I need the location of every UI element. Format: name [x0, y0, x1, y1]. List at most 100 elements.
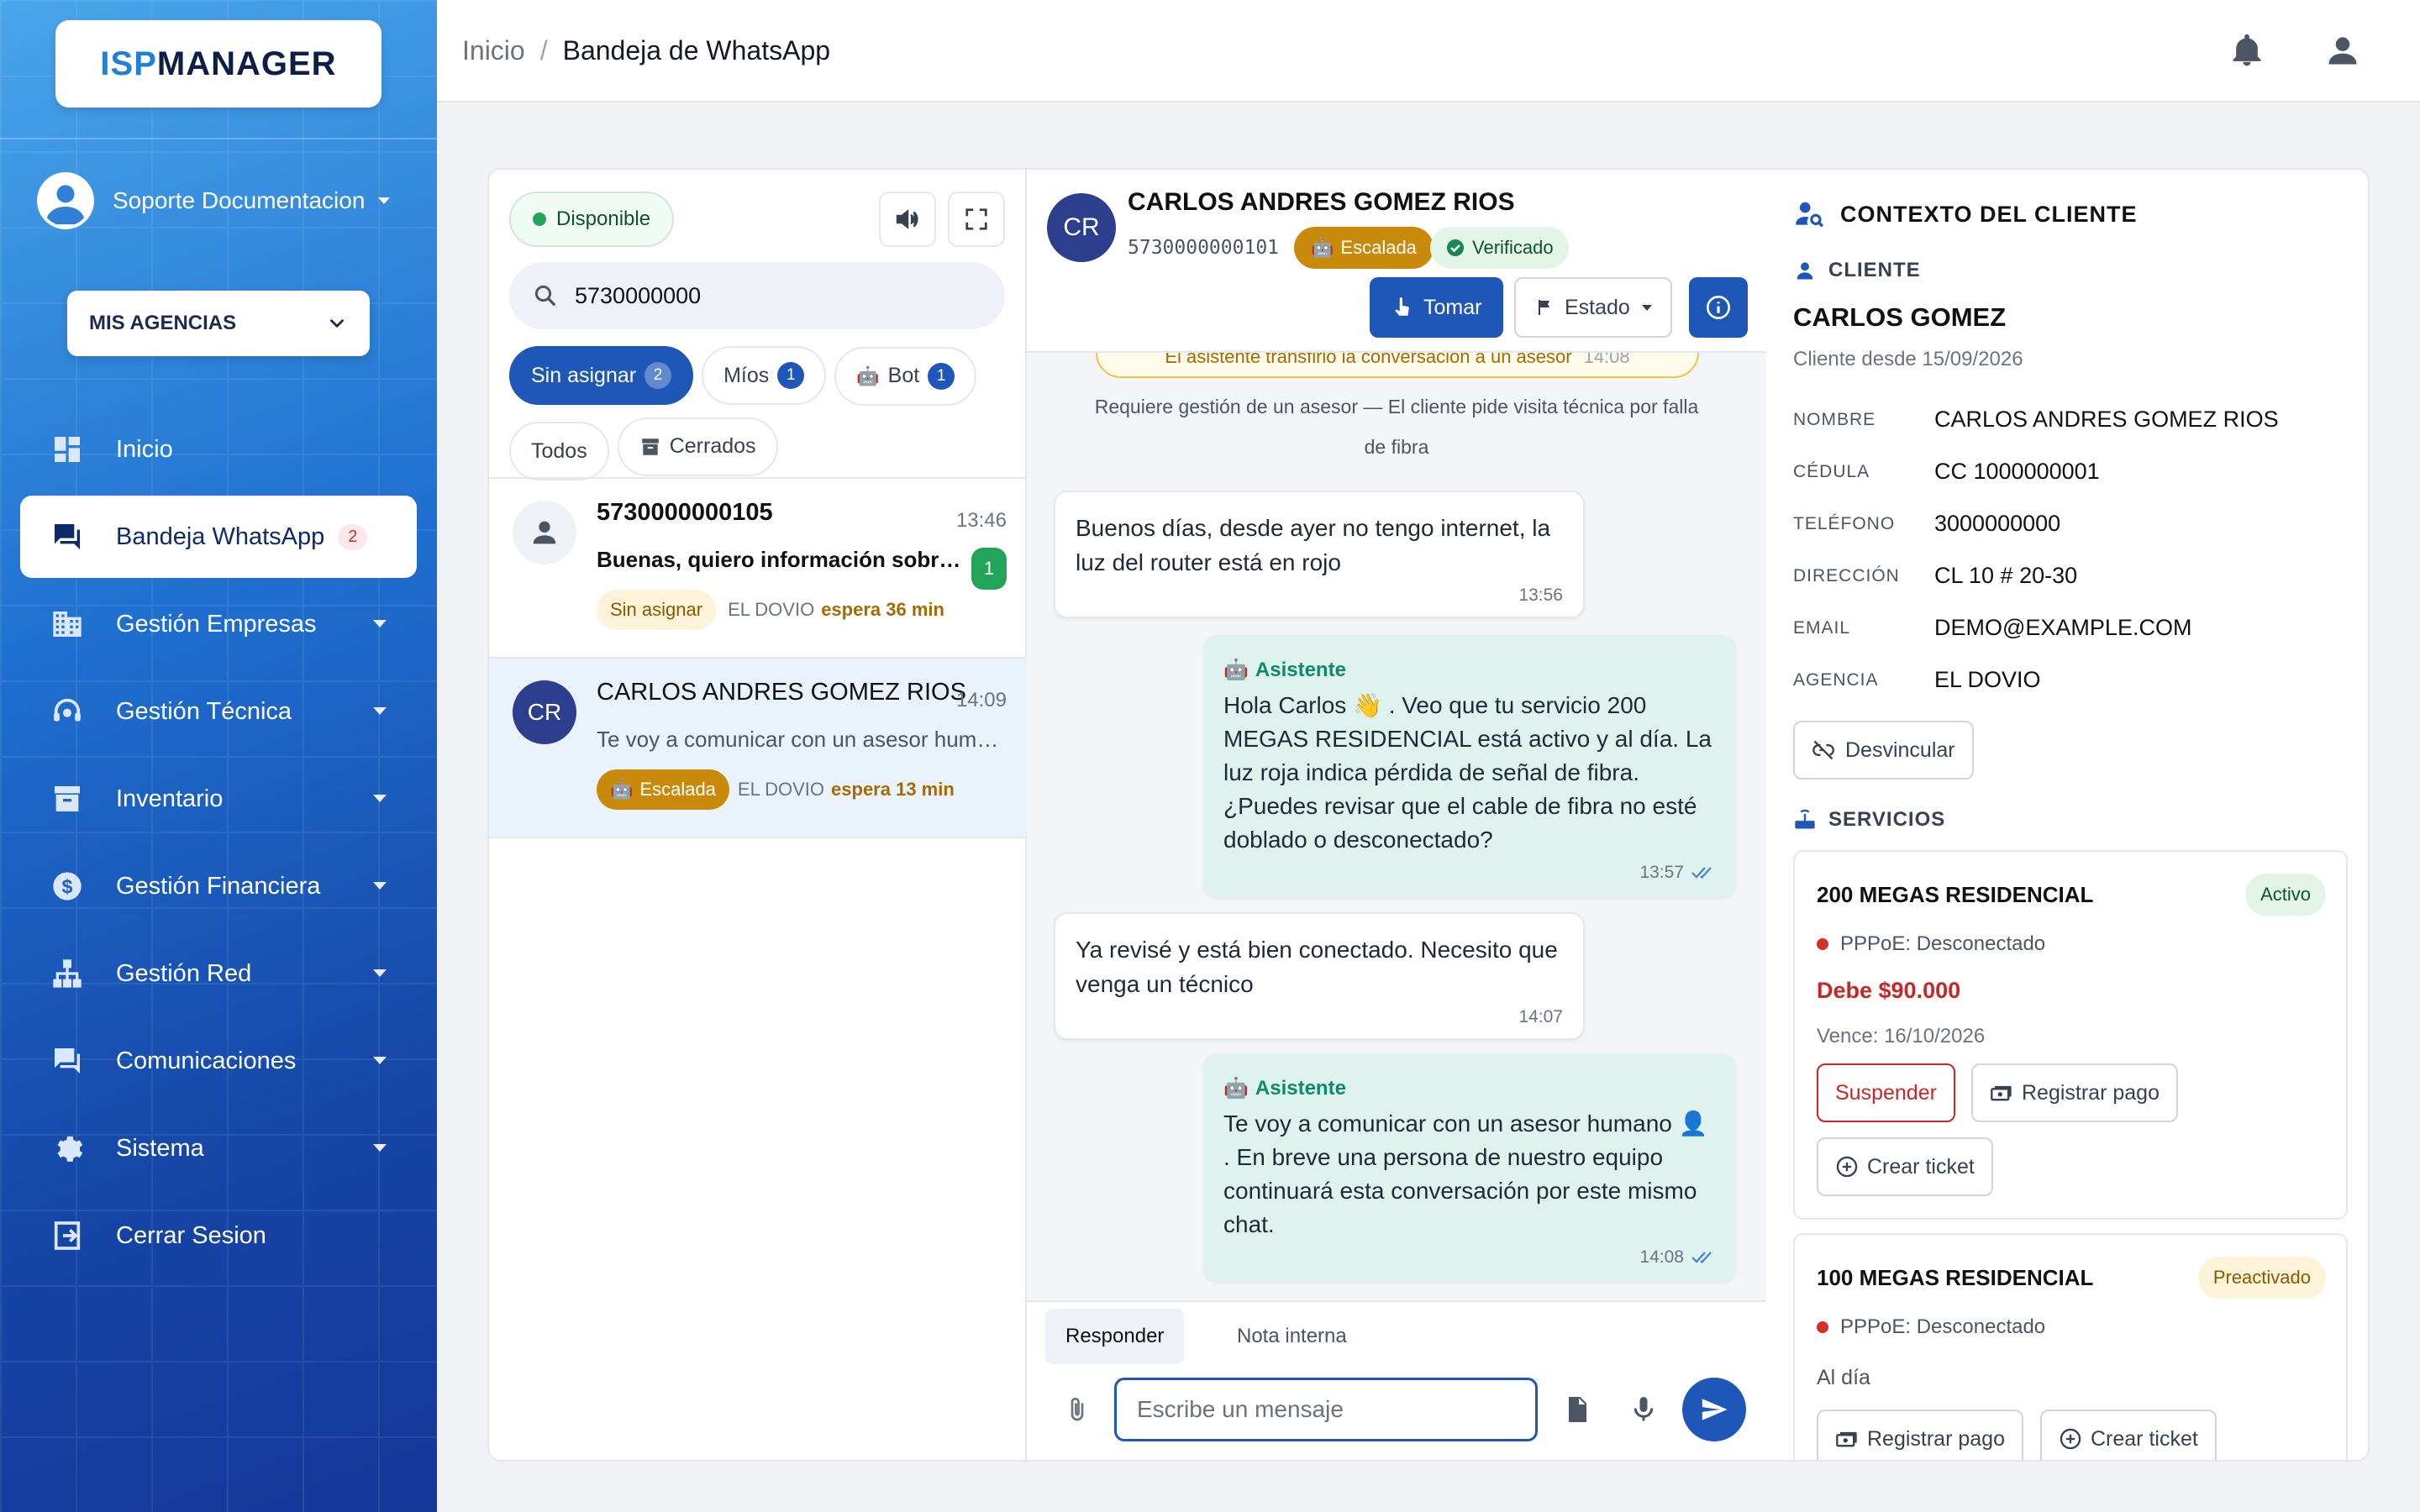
availability-status[interactable]: Disponible — [509, 192, 675, 247]
tab-responder[interactable]: Responder — [1045, 1309, 1185, 1364]
nav-item-gestion-empresas[interactable]: Gestión Empresas — [20, 583, 417, 665]
pppoe-status: PPPoE: Desconectado — [1817, 1315, 2045, 1339]
message-sender: Asistente — [1255, 1077, 1346, 1100]
chat-icon — [55, 524, 80, 549]
info-button[interactable] — [1689, 277, 1748, 338]
status-badge-label: Escalada — [639, 779, 716, 800]
building-icon — [53, 612, 82, 637]
sound-toggle-button[interactable] — [879, 192, 936, 247]
status-badge: Sin asignar — [597, 590, 717, 630]
take-conversation-button[interactable]: Tomar — [1370, 277, 1504, 338]
message-input[interactable]: Escribe un mensaje — [1114, 1378, 1538, 1441]
nav-item-gestion-tecnica[interactable]: Gestión Técnica — [20, 670, 417, 753]
unlink-button[interactable]: Desvincular — [1793, 721, 1974, 780]
user-menu-caret-icon — [378, 197, 390, 204]
hand-pointer-icon — [1395, 297, 1409, 316]
service-status-badge: Preactivado — [2197, 1257, 2326, 1299]
search-input[interactable]: 5730000000 — [509, 262, 1005, 329]
microphone-icon[interactable] — [1628, 1394, 1659, 1425]
logo-text-isp: ISP — [100, 45, 157, 82]
service-card: 100 MEGAS RESIDENCIAL Preactivado PPPoE:… — [1793, 1233, 2348, 1460]
register-payment-button[interactable]: Registrar pago — [1817, 1410, 2023, 1460]
nav-item-sistema[interactable]: Sistema — [20, 1107, 417, 1189]
chat-panel: CR CARLOS ANDRES GOMEZ RIOS 573000000010… — [1027, 170, 1766, 1460]
nav-item-gestion-financiera[interactable]: $ Gestión Financiera — [20, 845, 417, 927]
nav-label: Inventario — [116, 785, 224, 812]
client-name: CARLOS GOMEZ — [1793, 302, 2007, 332]
caret-down-icon — [373, 707, 387, 715]
robot-icon: 🤖 — [1311, 237, 1334, 258]
nav-item-cerrar-sesion[interactable]: Cerrar Sesion — [20, 1194, 417, 1277]
wait-time: espera 13 min — [831, 779, 955, 800]
field-key: CÉDULA — [1793, 461, 1870, 481]
logo-text-manager: MANAGER — [156, 45, 337, 82]
filter-cerrados[interactable]: Cerrados — [617, 417, 778, 476]
conversation-time: 14:09 — [955, 689, 1007, 711]
add-circle-icon — [2060, 1428, 2081, 1450]
attach-icon[interactable] — [1062, 1394, 1092, 1425]
chevron-down-icon — [330, 319, 344, 328]
service-payment-status: Al día — [1817, 1366, 1870, 1389]
tab-nota-interna[interactable]: Nota interna — [1217, 1309, 1367, 1364]
message-time: 14:07 — [1518, 1007, 1563, 1026]
suspend-button[interactable]: Suspender — [1817, 1063, 1955, 1122]
logout-icon — [54, 1221, 81, 1250]
status-label: Estado — [1565, 295, 1630, 319]
sidebar: ISPMANAGER Soporte Documentacion MIS AGE… — [0, 0, 437, 1512]
create-ticket-button[interactable]: Crear ticket — [1817, 1137, 1993, 1196]
service-card: 200 MEGAS RESIDENCIAL Activo PPPoE: Desc… — [1793, 850, 2348, 1220]
filter-label: Sin asignar — [531, 363, 637, 387]
dollar-icon: $ — [53, 872, 82, 900]
status-dropdown-button[interactable]: Estado — [1514, 277, 1672, 338]
nav-item-inicio[interactable]: Inicio — [20, 408, 417, 491]
document-icon[interactable] — [1561, 1394, 1591, 1425]
agency-select[interactable]: MIS AGENCIAS — [67, 291, 370, 356]
conversation-preview: Buenas, quiero información sobre los pla… — [597, 547, 966, 572]
conversation-item[interactable]: 5730000000105 13:46 Buenas, quiero infor… — [489, 479, 1027, 659]
message-time: 13:56 — [1518, 585, 1563, 605]
create-ticket-label: Crear ticket — [1867, 1154, 1975, 1179]
nav-item-inventario[interactable]: Inventario — [20, 758, 417, 840]
filter-bot[interactable]: 🤖 Bot 1 — [834, 346, 977, 406]
bell-icon[interactable] — [2228, 32, 2265, 69]
dashboard-icon — [55, 437, 80, 462]
archive-icon — [641, 438, 659, 455]
logo[interactable]: ISPMANAGER — [55, 20, 381, 108]
register-payment-button[interactable]: Registrar pago — [1971, 1063, 2178, 1122]
caret-down-icon — [373, 969, 387, 977]
user-avatar — [37, 172, 94, 229]
nav-item-comunicaciones[interactable]: Comunicaciones — [20, 1020, 417, 1102]
register-payment-label: Registrar pago — [1867, 1426, 2005, 1451]
status-badge: 🤖 Escalada — [597, 769, 729, 810]
filter-todos[interactable]: Todos — [509, 422, 609, 480]
info-icon — [1707, 296, 1730, 319]
fullscreen-icon — [965, 208, 987, 230]
nav-item-bandeja-whatsapp[interactable]: Bandeja WhatsApp 2 — [20, 496, 417, 578]
conversation-item[interactable]: CR CARLOS ANDRES GOMEZ RIOS 14:09 Te voy… — [489, 659, 1027, 838]
client-since: Cliente desde 15/09/2026 — [1793, 348, 2023, 370]
message-composer: Responder Nota interna Escribe un mensaj… — [1027, 1300, 1766, 1460]
chat-header: CR CARLOS ANDRES GOMEZ RIOS 573000000010… — [1027, 170, 1766, 353]
breadcrumb-home[interactable]: Inicio — [462, 35, 525, 66]
send-button[interactable] — [1682, 1378, 1746, 1441]
create-ticket-button[interactable]: Crear ticket — [2040, 1410, 2217, 1460]
nav-label: Inicio — [116, 435, 173, 463]
add-circle-icon — [1836, 1156, 1858, 1178]
filter-mios[interactable]: Míos 1 — [702, 346, 827, 405]
message-bubble-outgoing: 🤖 Asistente Hola Carlos 👋 . Veo que tu se… — [1203, 635, 1736, 897]
agency-select-label: MIS AGENCIAS — [89, 312, 237, 334]
account-icon[interactable] — [2324, 32, 2361, 69]
pppoe-text: PPPoE: Desconectado — [1840, 932, 2046, 955]
nav-item-gestion-red[interactable]: Gestión Red — [20, 932, 417, 1015]
filter-sin-asignar[interactable]: Sin asignar 2 — [509, 346, 694, 405]
nav-label: Cerrar Sesion — [116, 1221, 266, 1249]
chat-contact-phone: 5730000000101 — [1128, 237, 1280, 259]
user-menu[interactable]: Soporte Documentacion — [37, 171, 390, 230]
fullscreen-button[interactable] — [948, 192, 1005, 247]
caret-down-icon — [373, 1144, 387, 1152]
message-time: 14:08 — [1639, 1247, 1684, 1267]
breadcrumb-separator: / — [539, 34, 548, 66]
conversation-agency: EL DOVIO — [737, 779, 825, 800]
service-name: 200 MEGAS RESIDENCIAL — [1817, 882, 2094, 907]
status-dot — [533, 213, 546, 226]
